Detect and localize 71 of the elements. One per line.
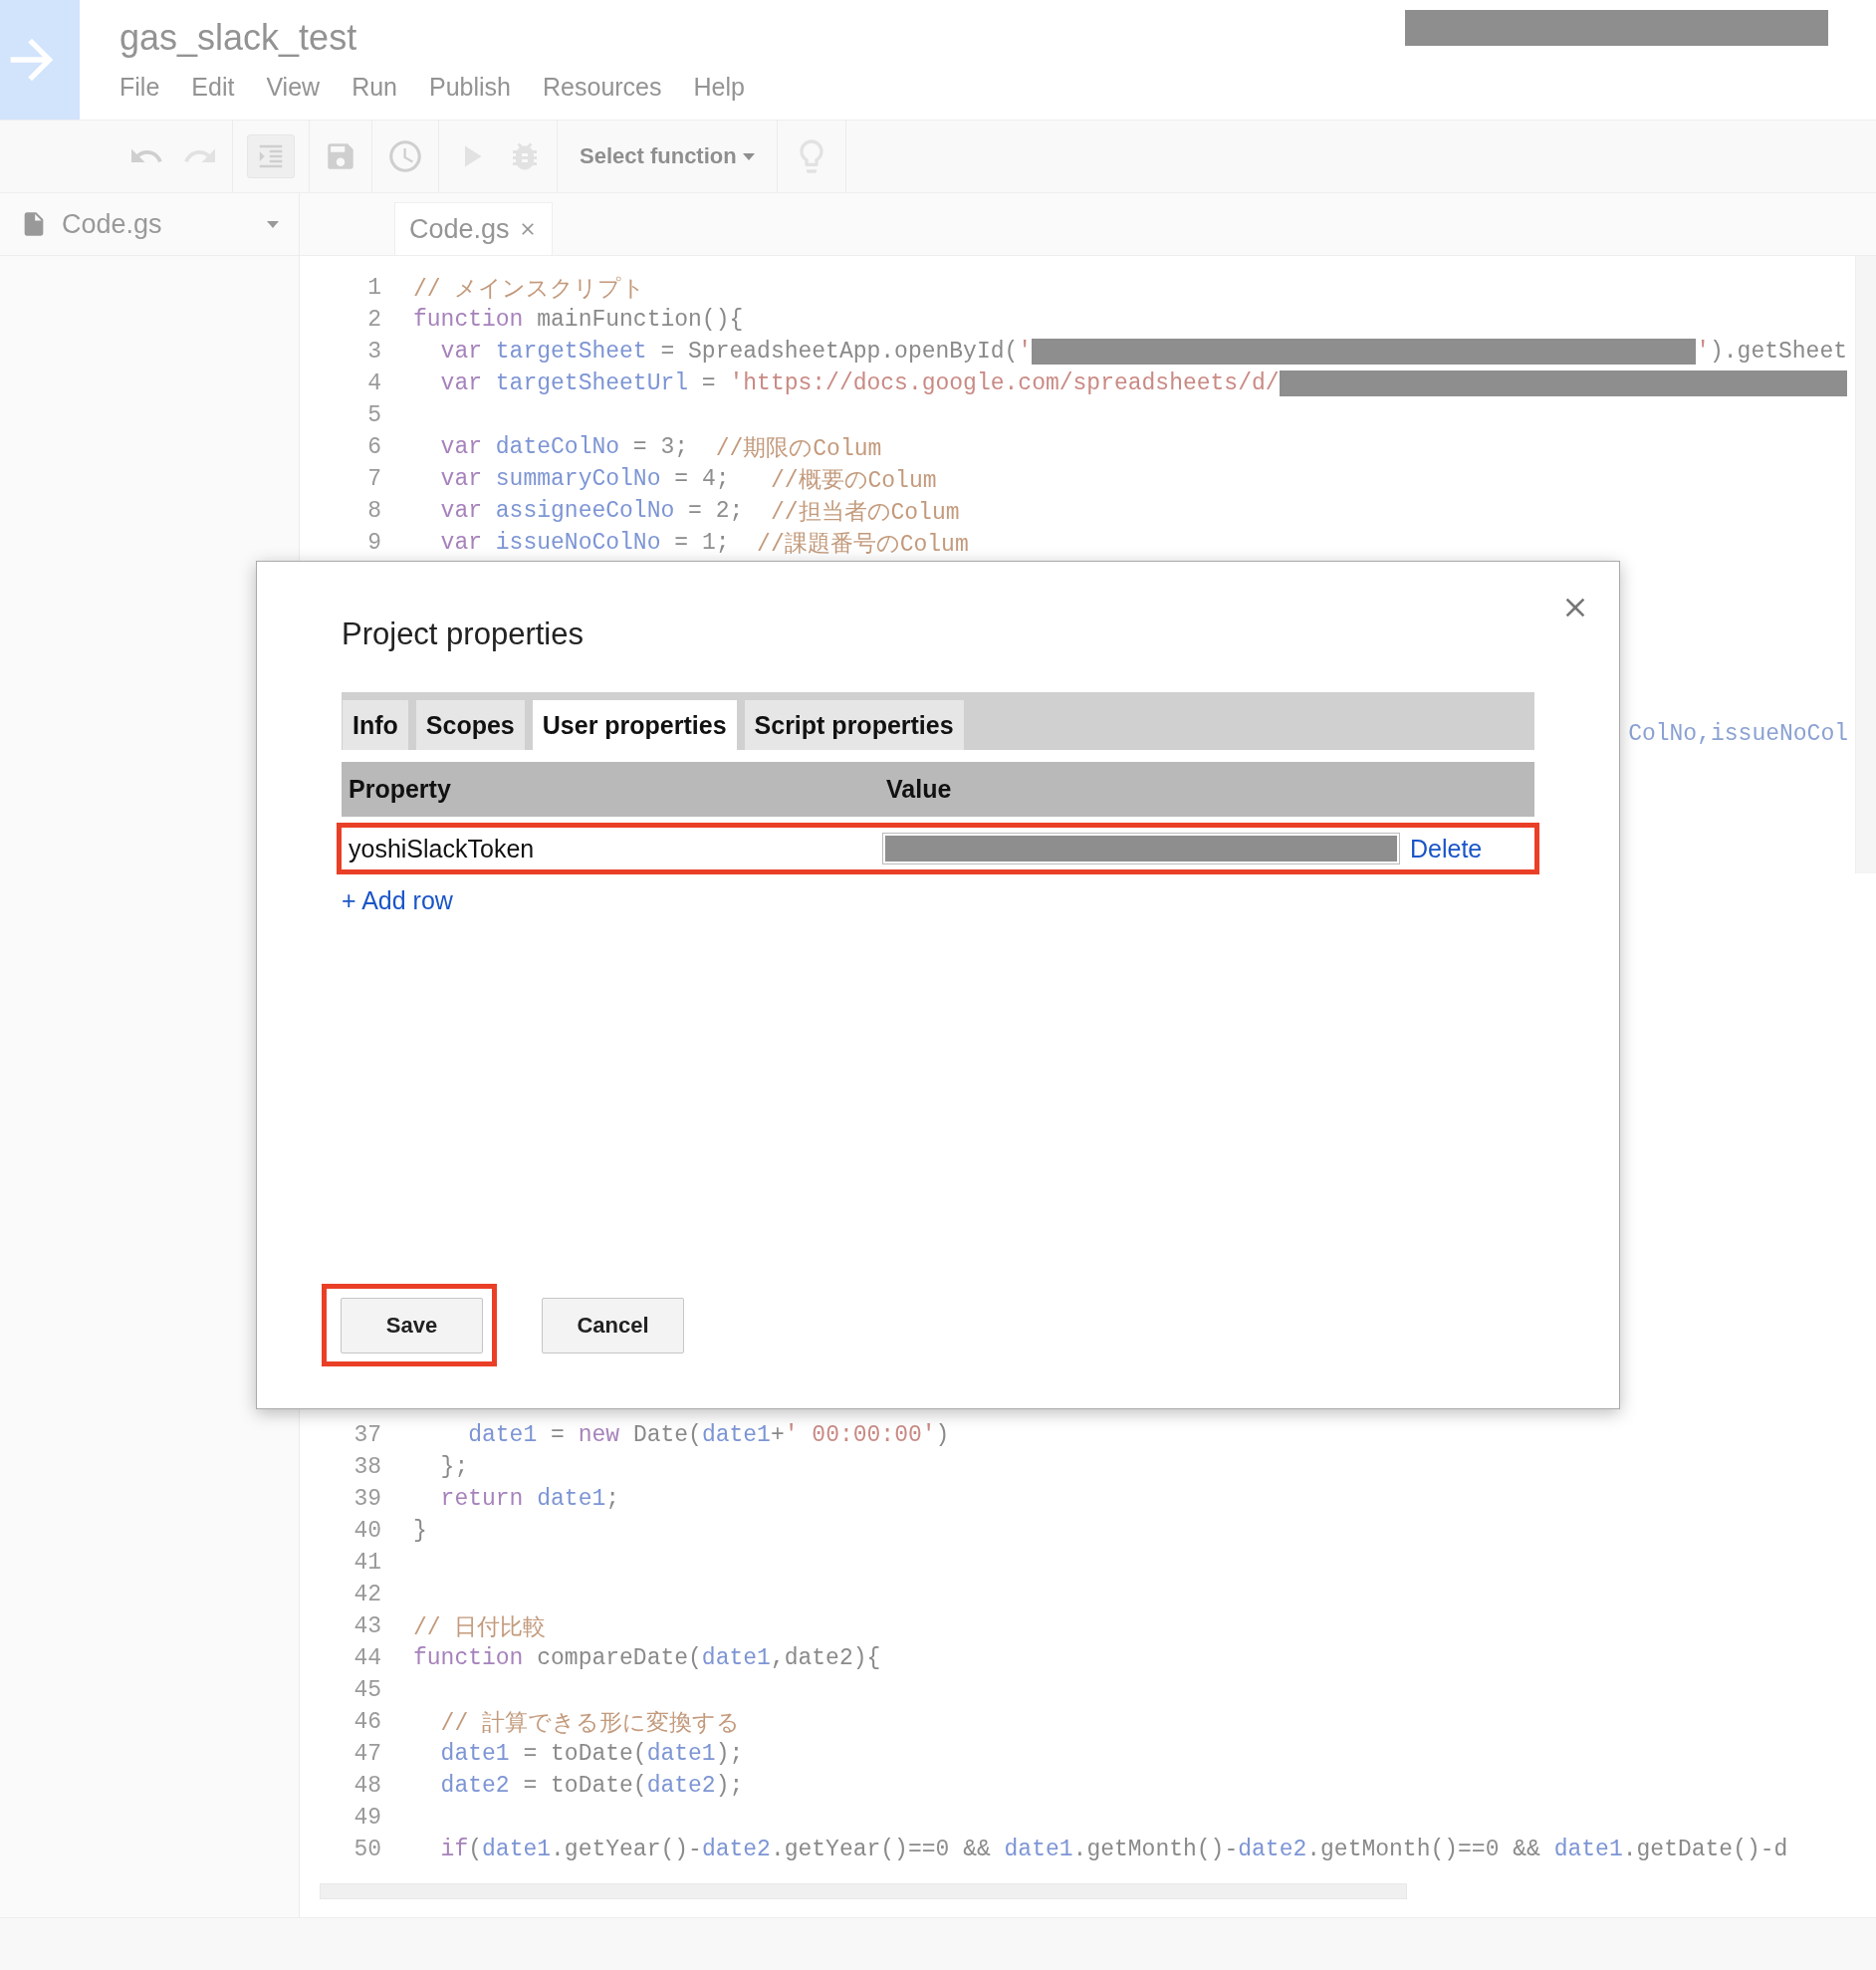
line-number: 8 bbox=[366, 498, 382, 524]
line-number: 2 bbox=[366, 307, 382, 333]
menu-bar-entry[interactable]: Publish bbox=[429, 73, 511, 102]
code-line: function compareDate(date1,date2){ bbox=[413, 1645, 882, 1671]
line-number: 37 bbox=[352, 1422, 382, 1448]
line-number: 1 bbox=[366, 275, 382, 301]
indent-icon[interactable] bbox=[247, 134, 295, 178]
line-number: 6 bbox=[366, 434, 382, 460]
line-number: 49 bbox=[352, 1805, 382, 1831]
code-line: var summaryColNo = 4; //概要のColum bbox=[439, 465, 938, 495]
line-number: 5 bbox=[366, 402, 382, 428]
script-file-row[interactable]: Code.gs bbox=[0, 193, 299, 256]
delete-link[interactable]: Delete bbox=[1410, 834, 1483, 863]
line-number: 44 bbox=[352, 1645, 382, 1671]
code-line: date2 = toDate(date2); bbox=[439, 1773, 745, 1799]
code-line: if(date1.getYear()-date2.getYear()==0 && date1.getMonth()-date2.getMonth()==0 && date1.getDate()-d bbox=[439, 1837, 1789, 1862]
project-title[interactable]: gas_slack_test bbox=[119, 17, 1876, 59]
code-line: return date1; bbox=[439, 1486, 621, 1512]
line-number: 41 bbox=[352, 1550, 382, 1576]
line-number: 43 bbox=[352, 1613, 382, 1639]
value-field[interactable] bbox=[882, 833, 1400, 864]
code-line: function mainFunction(){ bbox=[413, 307, 745, 333]
menu-bar-entry[interactable]: Edit bbox=[191, 73, 235, 102]
column-header: Value bbox=[885, 775, 952, 804]
code-line: }; bbox=[439, 1454, 470, 1480]
menu-bar-entry[interactable]: View bbox=[266, 73, 321, 102]
property-name: yoshiSlackToken bbox=[348, 834, 536, 863]
menu-bar-entry[interactable]: Run bbox=[352, 73, 397, 102]
dialog-button[interactable]: Cancel bbox=[542, 1298, 684, 1354]
tab[interactable]: Scopes bbox=[415, 700, 525, 750]
logo[interactable] bbox=[0, 0, 80, 120]
line-number: 39 bbox=[352, 1486, 382, 1512]
menu-bar-entry[interactable]: Help bbox=[693, 73, 745, 102]
line-number: 50 bbox=[352, 1837, 382, 1862]
dialog-button[interactable]: Save bbox=[341, 1298, 483, 1354]
code-line: var dateColNo = 3; //期限のColum bbox=[439, 433, 883, 463]
line-number: 46 bbox=[352, 1709, 382, 1735]
line-number: 47 bbox=[352, 1741, 382, 1767]
code-line: var issueNoColNo = 1; //課題番号のColum bbox=[439, 529, 970, 559]
add-row-link[interactable]: + Add row bbox=[342, 886, 453, 915]
code-line: var targetSheetUrl = 'https://docs.google.com/spreadsheets/d/ bbox=[413, 370, 1847, 396]
code-line: ColNo,issueNoCol bbox=[1628, 721, 1848, 747]
code-line: // 計算できる形に変換する bbox=[439, 1709, 741, 1738]
line-number: 38 bbox=[352, 1454, 382, 1480]
menu-bar-entry[interactable]: File bbox=[119, 73, 160, 102]
tab[interactable]: User properties bbox=[532, 700, 737, 750]
line-number: 4 bbox=[366, 370, 382, 396]
line-number: 48 bbox=[352, 1773, 382, 1799]
code-line: // メインスクリプト bbox=[413, 275, 647, 304]
menu-bar-entry[interactable]: Resources bbox=[543, 73, 662, 102]
line-number: 42 bbox=[352, 1582, 382, 1607]
code-line: } bbox=[413, 1518, 428, 1544]
dialog-title: Project properties bbox=[342, 616, 585, 652]
function-select[interactable]: Select function bbox=[572, 143, 763, 169]
line-number: 9 bbox=[366, 530, 382, 556]
line-number: 40 bbox=[352, 1518, 382, 1544]
column-header: Property bbox=[348, 775, 452, 804]
file-tab[interactable]: Code.gs bbox=[394, 202, 553, 255]
code-line: date1 = new Date(date1+' 00:00:00') bbox=[467, 1422, 951, 1448]
caret-icon bbox=[267, 220, 279, 228]
code-line: // 日付比較 bbox=[413, 1613, 548, 1642]
line-number: 7 bbox=[366, 466, 382, 492]
tab[interactable]: Info bbox=[343, 700, 408, 750]
line-number: 3 bbox=[366, 339, 382, 365]
caret-icon bbox=[742, 152, 755, 160]
tab[interactable]: Script properties bbox=[744, 700, 964, 750]
code-line: var targetSheet = SpreadsheetApp.openById(' ').getSheet bbox=[439, 339, 1847, 365]
code-line: date1 = toDate(date1); bbox=[439, 1741, 745, 1767]
code-line: var assigneeColNo = 2; //担当者のColum bbox=[439, 497, 961, 527]
line-number: 45 bbox=[352, 1677, 382, 1703]
clock-icon[interactable] bbox=[386, 137, 424, 175]
